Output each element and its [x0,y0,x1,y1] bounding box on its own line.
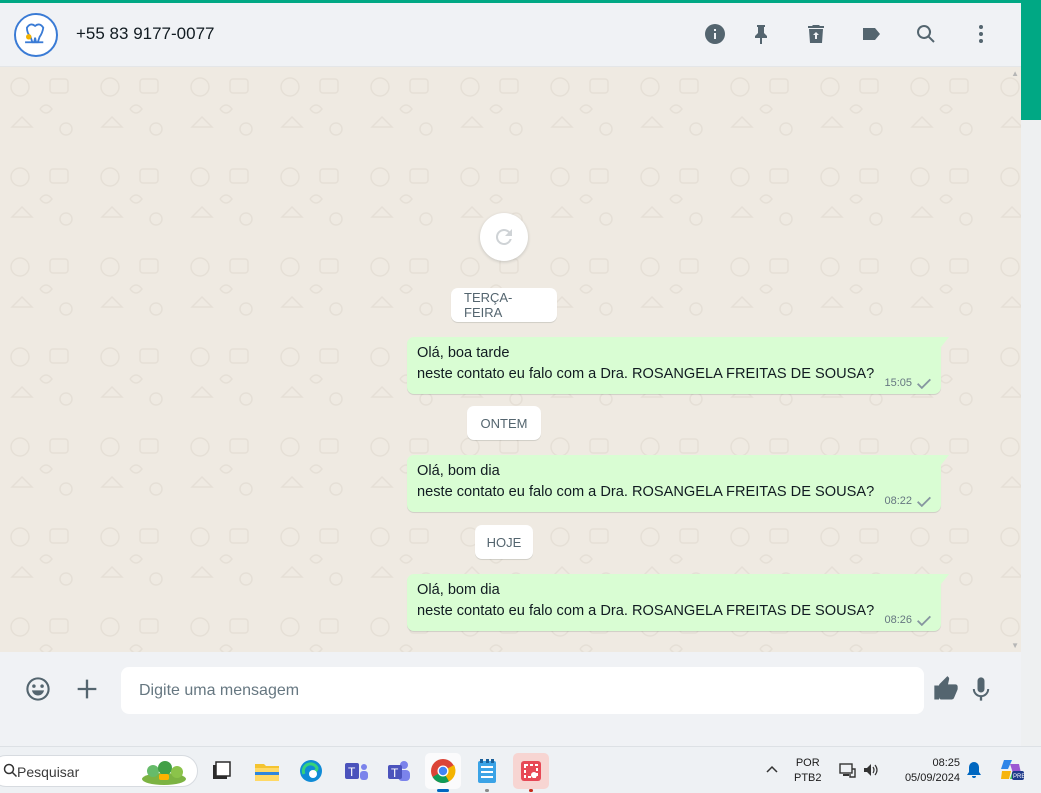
search-icon[interactable] [913,21,939,47]
clock-date: 05/09/2024 [904,772,960,784]
network-icon[interactable] [838,761,856,779]
date-separator: TERÇA-FEIRA [451,288,557,322]
microphone-icon[interactable] [966,674,996,704]
input-language-indicator[interactable]: POR PTB2 [794,756,822,786]
taskbar-clock[interactable]: 08:25 05/09/2024 [896,756,960,786]
message-text-line: Olá, boa tarde [417,345,510,361]
contact-name[interactable]: +55 83 9177-0077 [76,24,215,44]
taskbar-search-box[interactable]: Pesquisar [0,755,198,787]
scroll-up-arrow-icon[interactable]: ▲ [1011,69,1019,78]
date-separator: HOJE [475,525,533,559]
notification-bell-icon[interactable] [966,761,982,779]
message-text-line: Olá, bom dia [417,463,500,479]
message-text-line: neste contato eu falo com a Dra. ROSANGE… [417,603,875,619]
running-app-indicator [485,789,489,792]
clock-time: 08:25 [932,757,960,769]
file-explorer-icon[interactable] [249,753,285,789]
message-text-line: Olá, bom dia [417,582,500,598]
emoji-icon[interactable] [23,674,53,704]
info-icon[interactable] [702,21,728,47]
message-bubble-outgoing[interactable]: Olá, bom dia neste contato eu falo com a… [407,574,949,631]
avatar-logo-icon [16,15,53,52]
label-icon[interactable] [858,21,884,47]
snipping-tool-icon[interactable] [513,753,549,792]
svg-text:PRE: PRE [1013,774,1024,780]
single-check-icon [917,615,931,626]
pin-icon[interactable] [748,21,774,47]
message-time: 15:05 [884,377,912,389]
message-text-line: neste contato eu falo com a Dra. ROSANGE… [417,366,875,382]
notepad-icon[interactable] [469,753,505,792]
keyboard-layout: PTB2 [794,772,822,784]
copilot-icon[interactable]: PRE [998,756,1024,782]
contact-avatar[interactable] [14,13,58,57]
single-check-icon [917,378,931,389]
attach-plus-icon[interactable] [72,674,102,704]
language-code: POR [795,757,820,769]
whatsapp-window: +55 83 9177-0077 ▲ ▼ TERÇA-FEIRA Olá, bo… [0,0,1021,725]
delete-icon[interactable] [803,21,829,47]
side-panel-accent [1021,0,1041,120]
teams-icon[interactable]: T [381,753,417,789]
task-view-icon[interactable] [203,753,239,789]
message-meta: 08:26 [884,614,931,626]
message-time: 08:22 [884,495,912,507]
running-app-indicator [529,789,533,792]
active-app-indicator [437,789,449,792]
message-time: 08:26 [884,614,912,626]
message-input[interactable] [121,667,924,714]
taskbar-search-label: Pesquisar [17,764,80,780]
refresh-icon[interactable] [480,213,528,261]
teams-work-icon[interactable]: T [338,753,374,789]
show-hidden-icons-chevron-icon[interactable] [764,761,780,777]
more-icon[interactable] [968,21,994,47]
single-check-icon [917,496,931,507]
chrome-browser-icon[interactable] [425,753,461,792]
message-bubble-outgoing[interactable]: Olá, boa tarde neste contato eu falo com… [407,337,949,394]
edge-browser-icon[interactable] [293,753,329,789]
date-separator: ONTEM [467,406,541,440]
message-composer [0,652,1021,725]
chat-header: +55 83 9177-0077 [0,3,1021,67]
search-highlight-illustration-icon [142,761,186,785]
svg-text:T: T [391,766,399,780]
message-meta: 08:22 [884,495,931,507]
message-bubble-outgoing[interactable]: Olá, bom dia neste contato eu falo com a… [407,455,949,512]
svg-text:T: T [348,765,356,779]
message-text-line: neste contato eu falo com a Dra. ROSANGE… [417,484,875,500]
scroll-down-arrow-icon[interactable]: ▼ [1011,641,1019,650]
window-accent-bar [0,0,1041,3]
message-meta: 15:05 [884,377,931,389]
thumbs-up-icon[interactable] [931,674,961,704]
volume-icon[interactable] [862,761,880,779]
chat-messages-area[interactable]: ▲ ▼ TERÇA-FEIRA Olá, boa tarde neste con… [0,67,1021,652]
windows-taskbar: Pesquisar T T POR PTB2 08:25 05/09/2024 … [0,746,1041,793]
